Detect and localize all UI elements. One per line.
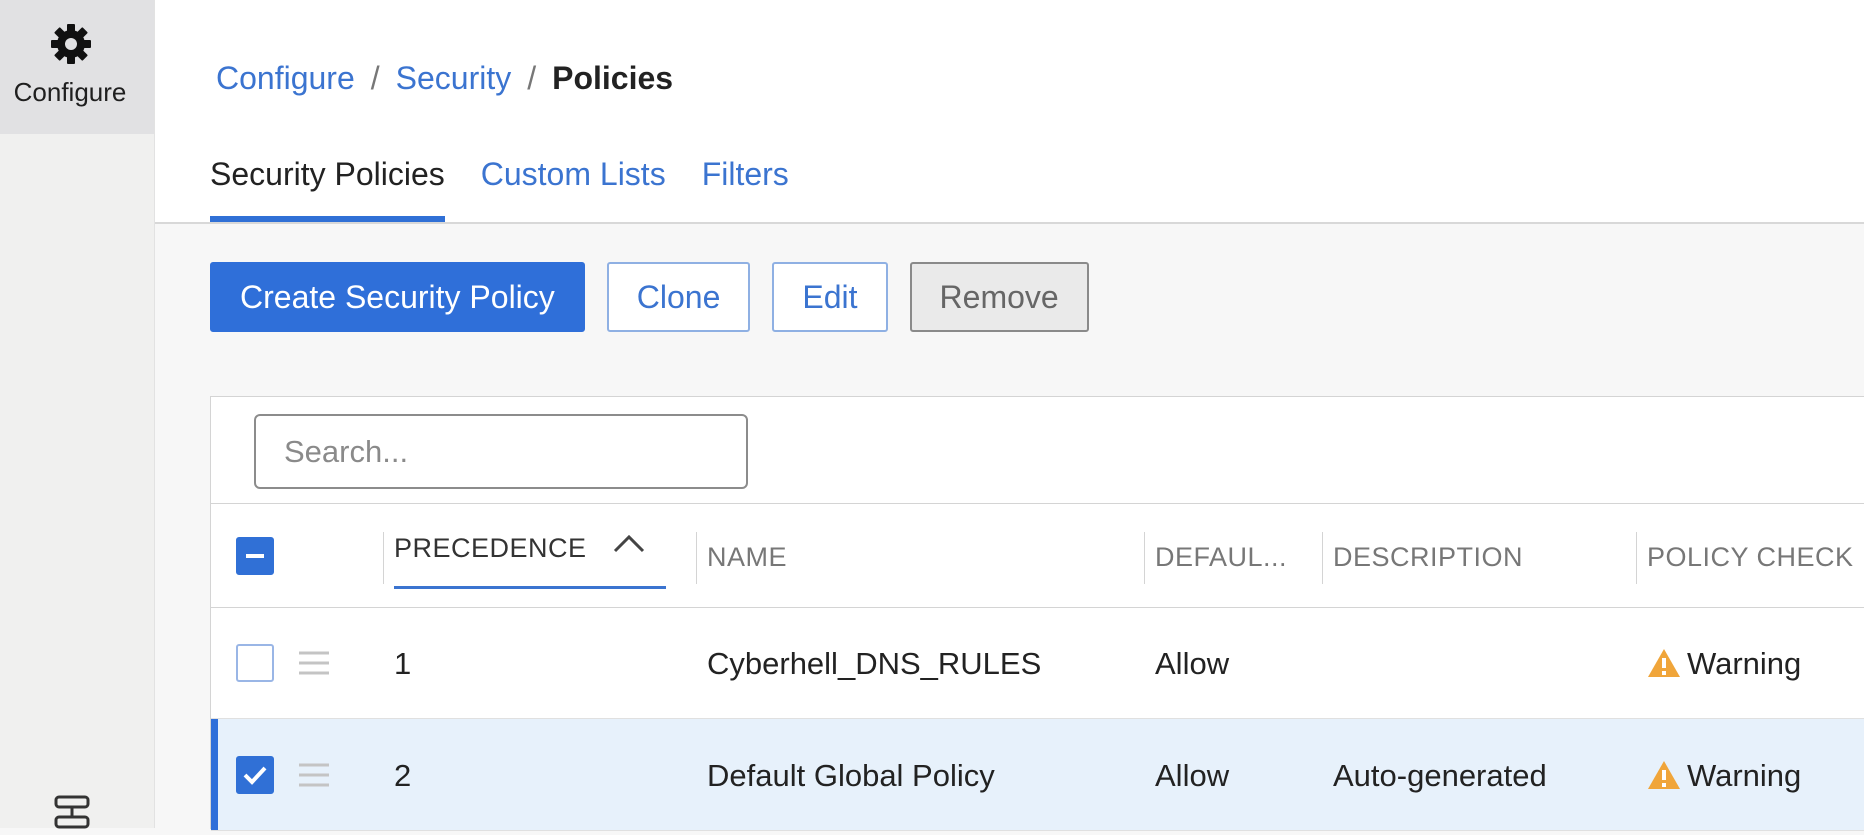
table-row[interactable]: 2 Default Global Policy Allow Auto-gener… [211,719,1864,831]
policy-check-status: Warning [1687,758,1802,793]
select-all-checkbox[interactable] [236,537,274,575]
breadcrumb-current: Policies [552,60,674,96]
column-header-name[interactable]: NAME [707,504,1137,607]
check-icon [243,766,267,785]
left-nav: Configure [0,0,155,829]
cell-default: Allow [1155,646,1230,681]
nav-item-label: Configure [13,77,127,107]
breadcrumb-configure[interactable]: Configure [216,60,355,96]
column-divider [1144,532,1145,584]
search-wrapper [254,414,748,489]
breadcrumb-security[interactable]: Security [396,60,512,96]
nav-item-configure[interactable]: Configure [0,0,154,134]
column-header-label: NAME [707,542,788,572]
row-checkbox[interactable] [236,644,274,682]
page-header: Configure / Security / Policies Security Pol… [155,0,1864,224]
cell-name: Default Global Policy [707,758,995,793]
warning-icon [1648,761,1680,789]
network-icon[interactable] [50,795,94,835]
sort-indicator [394,586,666,589]
remove-button[interactable]: Remove [909,262,1089,332]
edit-button[interactable]: Edit [772,262,888,332]
breadcrumb-separator: / [370,60,380,96]
row-checkbox[interactable] [236,756,274,794]
search-input[interactable] [254,414,748,489]
create-security-policy-button[interactable]: Create Security Policy [210,262,585,332]
cell-name: Cyberhell_DNS_RULES [707,646,1042,681]
column-header-default[interactable]: DEFAUL... [1155,504,1315,607]
warning-icon [1648,649,1680,677]
drag-handle-icon[interactable] [297,761,331,789]
column-header-policy-check[interactable]: POLICY CHECK [1647,504,1864,607]
table-row[interactable]: 1 Cyberhell_DNS_RULES Allow Warning [211,607,1864,719]
breadcrumb: Configure / Security / Policies [216,60,673,97]
cell-precedence: 1 [394,646,412,681]
column-header-label: DEFAUL... [1155,542,1288,572]
column-header-label: POLICY CHECK [1647,542,1854,572]
table-header: PRECEDENCE NAME DEFAUL... DESCRIPTION PO… [211,503,1864,608]
cell-policy-check: Warning [1647,758,1801,794]
column-header-precedence[interactable]: PRECEDENCE [394,504,684,607]
clone-button[interactable]: Clone [606,262,751,332]
column-header-label: DESCRIPTION [1333,542,1524,572]
policy-check-status: Warning [1687,646,1802,681]
cell-description: Auto-generated [1333,758,1547,793]
tab-bar: Security Policies Custom Lists Filters [210,156,825,222]
tab-filters[interactable]: Filters [702,156,789,222]
cell-default: Allow [1155,758,1230,793]
chevron-up-icon[interactable] [609,529,649,559]
cell-policy-check: Warning [1647,646,1801,682]
drag-handle-icon[interactable] [297,649,331,677]
toolbar: Create Security Policy Clone Edit Remove [210,262,1111,332]
policies-table-panel: PRECEDENCE NAME DEFAUL... DESCRIPTION PO… [210,396,1864,831]
breadcrumb-separator: / [527,60,537,96]
tab-custom-lists[interactable]: Custom Lists [481,156,666,222]
column-divider [696,532,697,584]
column-divider [1636,532,1637,584]
column-header-label: PRECEDENCE [394,533,587,563]
column-divider [1322,532,1323,584]
column-divider [383,532,384,584]
column-header-description[interactable]: DESCRIPTION [1333,504,1633,607]
cell-precedence: 2 [394,758,412,793]
gear-icon [51,24,91,64]
tab-security-policies[interactable]: Security Policies [210,156,445,222]
